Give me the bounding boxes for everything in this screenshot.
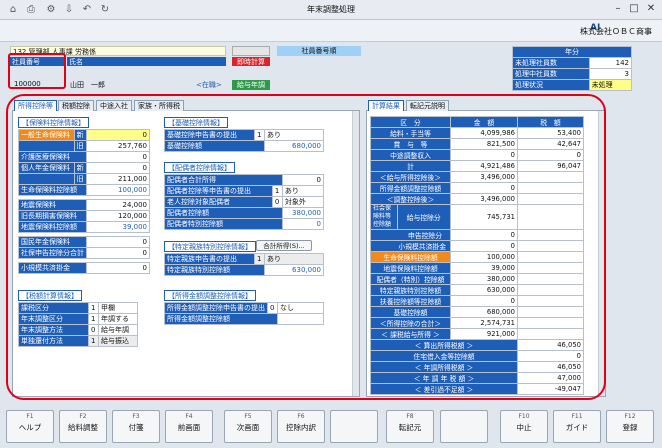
company-name: 株式会社ＯＢＣ商事 [580, 27, 652, 36]
window-title: 年末調整処理 [307, 5, 355, 14]
close-icon[interactable]: ✕ [645, 3, 657, 15]
f9-empty-button [440, 410, 488, 443]
f4-prev-screen-button[interactable]: F4 前画面 [165, 410, 213, 443]
fkey-label: 中止 [516, 423, 532, 432]
processing-label: 処理中社員数 [512, 68, 590, 80]
fkey-label: 付箋 [128, 423, 144, 432]
fkey-code: F6 [297, 413, 305, 420]
fkey-label: 転記元 [398, 423, 422, 432]
f12-register-button[interactable]: F12 登録 [606, 410, 654, 443]
fkey-label: 登録 [622, 423, 638, 432]
payroll-adjust-badge: 給与年調 [232, 80, 270, 90]
unprocessed-label: 未処理社員数 [512, 57, 590, 69]
f5-next-screen-button[interactable]: F5 次画面 [224, 410, 272, 443]
f7-empty-button [330, 410, 378, 443]
title-bar: ⌂ ⎙ ⚙ ⇩ ↶ ↻ 年末調整処理 – □ ✕ [0, 0, 662, 20]
main-area-highlight [6, 94, 606, 400]
f6-deduction-detail-button[interactable]: F6 控除内訳 [277, 410, 325, 443]
year-summary: 年分 未処理社員数 142 処理中社員数 3 処理状況 未処理 [512, 46, 633, 91]
fkey-code: F5 [244, 413, 252, 420]
employee-name-value: 山田 一郎 [70, 81, 105, 89]
unprocessed-value: 142 [588, 57, 633, 69]
f10-cancel-button[interactable]: F10 中止 [500, 410, 548, 443]
employee-id-highlight [8, 53, 66, 89]
f8-source-button[interactable]: F8 転記元 [386, 410, 434, 443]
fkey-code: F8 [406, 413, 414, 420]
maximize-icon[interactable]: □ [628, 3, 640, 15]
fkey-code: F11 [571, 413, 583, 420]
employment-status-link[interactable]: <在職> [196, 80, 222, 90]
fkey-code: F2 [79, 413, 87, 420]
year-header: 年分 [512, 46, 632, 58]
f1-help-button[interactable]: F1 ヘルプ [6, 410, 54, 443]
processing-value: 3 [588, 68, 633, 80]
fkey-code: F12 [624, 413, 636, 420]
fkey-code: F4 [185, 413, 193, 420]
photo-placeholder [232, 46, 270, 56]
minimize-icon[interactable]: – [612, 3, 624, 15]
employee-name-label: 氏名 [67, 57, 226, 66]
fkey-code: F10 [518, 413, 530, 420]
employee-number-order[interactable]: 社員番号順 [277, 46, 361, 56]
fkey-label: ヘルプ [18, 423, 42, 432]
fkey-label: 前画面 [177, 423, 201, 432]
status-value: 未処理 [588, 79, 633, 91]
fkey-label: 給料調整 [68, 423, 98, 432]
ribbon: AI [0, 20, 662, 42]
f2-salary-adjust-button[interactable]: F2 給料調整 [59, 410, 107, 443]
status-label: 処理状況 [512, 79, 590, 91]
fkey-code: F1 [26, 413, 34, 420]
fkey-code: F3 [132, 413, 140, 420]
f11-guide-button[interactable]: F11 ガイド [553, 410, 601, 443]
fkey-label: 控除内訳 [286, 423, 316, 432]
fkey-label: ガイド [565, 423, 589, 432]
fkey-label: 次画面 [236, 423, 260, 432]
f3-sticky-note-button[interactable]: F3 付箋 [112, 410, 160, 443]
instant-calc-badge: 即時計算 [232, 57, 270, 66]
